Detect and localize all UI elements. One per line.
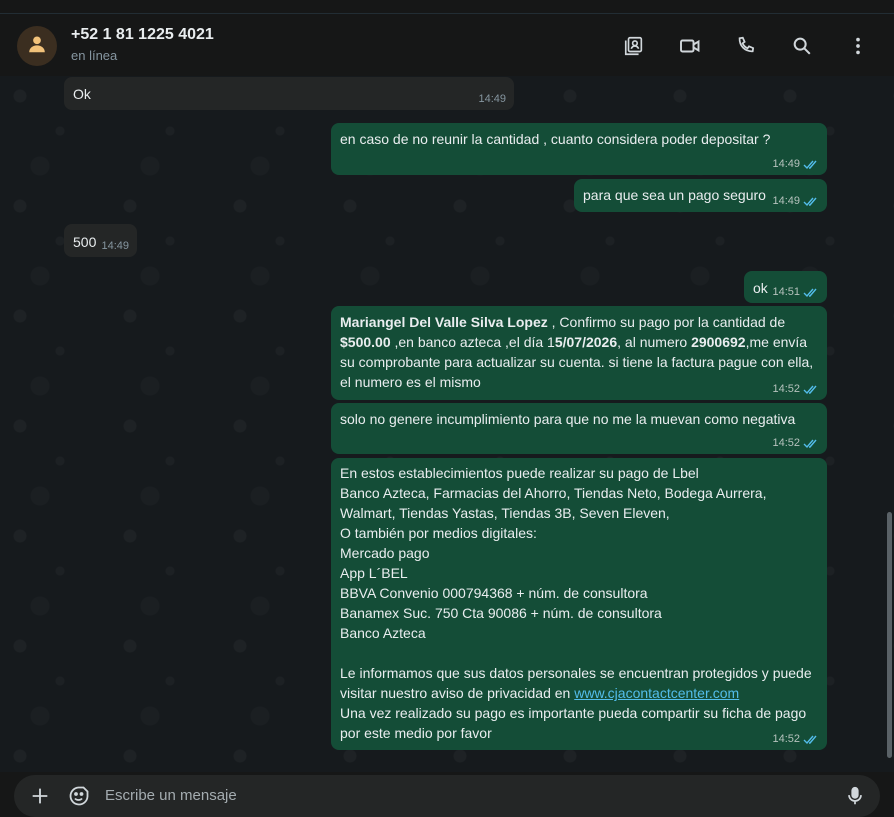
- message-meta: 14:49: [101, 240, 129, 253]
- message-time: 14:49: [478, 93, 506, 105]
- message-time: 14:49: [772, 158, 800, 170]
- message-time: 14:52: [772, 437, 800, 449]
- message-line: Banco Azteca, Farmacias del Ahorro, Tien…: [340, 485, 767, 521]
- more-options-icon[interactable]: [846, 34, 870, 58]
- sticker-icon[interactable]: [67, 784, 91, 808]
- message-line: Banco Azteca: [340, 625, 426, 641]
- message-text: 500: [73, 234, 97, 250]
- message-line: Mercado pago: [340, 545, 430, 561]
- message-text: solo no genere incumplimiento para que n…: [340, 411, 796, 427]
- account-number: 2900692: [691, 334, 746, 350]
- message-text: para que sea un pago seguro: [583, 187, 766, 203]
- message-line: App L´BEL: [340, 565, 408, 581]
- message-meta: 14:52: [772, 383, 819, 396]
- message-outgoing-payment-options[interactable]: En estos establecimientos puede realizar…: [331, 458, 827, 750]
- message-list[interactable]: Ok 14:49 en caso de no reunir la cantida…: [0, 76, 894, 772]
- message-incoming[interactable]: Ok 14:49: [64, 77, 514, 110]
- message-text: ok: [753, 280, 768, 296]
- person-icon: [26, 33, 48, 60]
- message-time: 14:52: [772, 383, 800, 395]
- message-time: 14:49: [772, 195, 800, 207]
- message-line: BBVA Convenio 000794368 + núm. de consul…: [340, 585, 648, 601]
- message-composer: Escribe un mensaje: [0, 772, 894, 817]
- contact-avatar[interactable]: [17, 26, 57, 66]
- message-outgoing-payment-confirmation[interactable]: Mariangel Del Valle Silva Lopez , Confir…: [331, 306, 827, 400]
- payment-date: 5/07/2026: [554, 334, 618, 350]
- message-outgoing[interactable]: solo no genere incumplimiento para que n…: [331, 403, 827, 454]
- read-ticks-icon: [803, 159, 819, 170]
- message-time: 14:52: [772, 733, 800, 745]
- attach-plus-icon[interactable]: [28, 784, 52, 808]
- payment-amount: $500.00: [340, 334, 391, 350]
- message-meta: 14:52: [772, 733, 819, 746]
- message-paragraph: Le informamos que sus datos personales s…: [340, 663, 818, 703]
- read-ticks-icon: [803, 287, 819, 298]
- message-text: Ok: [73, 86, 91, 102]
- message-meta: 14:49: [478, 93, 506, 106]
- message-input[interactable]: Escribe un mensaje: [105, 787, 237, 804]
- message-line: En estos establecimientos puede realizar…: [340, 465, 699, 481]
- message-line: O también por medios digitales:: [340, 525, 537, 541]
- chat-header[interactable]: +52 1 81 1225 4021 en línea: [0, 14, 894, 76]
- message-time: 14:51: [772, 286, 800, 298]
- message-time: 14:49: [101, 240, 129, 252]
- message-outgoing[interactable]: en caso de no reunir la cantidad , cuant…: [331, 123, 827, 175]
- message-meta: 14:49: [772, 158, 819, 171]
- message-paragraph: Una vez realizado su pago es importante …: [340, 705, 807, 741]
- chat-scrollbar[interactable]: [887, 512, 892, 758]
- privacy-link[interactable]: www.cjacontactcenter.com: [574, 685, 739, 701]
- message-meta: 14:52: [772, 437, 819, 450]
- contact-card-icon[interactable]: [622, 34, 646, 58]
- contact-status: en línea: [71, 48, 118, 63]
- contact-name[interactable]: +52 1 81 1225 4021: [71, 26, 214, 44]
- message-incoming[interactable]: 500 14:49: [64, 224, 137, 257]
- message-outgoing[interactable]: para que sea un pago seguro 14:49: [574, 179, 827, 212]
- read-ticks-icon: [803, 384, 819, 395]
- microphone-icon[interactable]: [843, 784, 867, 808]
- window-top-strip: [0, 0, 894, 14]
- composer-box[interactable]: Escribe un mensaje: [14, 775, 880, 817]
- video-call-icon[interactable]: [678, 34, 702, 58]
- message-line: Banamex Suc. 750 Cta 90086 + núm. de con…: [340, 605, 662, 621]
- read-ticks-icon: [803, 734, 819, 745]
- message-meta: 14:49: [772, 195, 819, 208]
- message-text: , Confirmo su pago por la cantidad de: [547, 314, 786, 330]
- read-ticks-icon: [803, 196, 819, 207]
- voice-call-icon[interactable]: [734, 34, 758, 58]
- message-outgoing[interactable]: ok 14:51: [744, 271, 827, 303]
- search-icon[interactable]: [790, 34, 814, 58]
- message-text: ,en banco azteca ,el día 1: [390, 334, 555, 350]
- customer-name: Mariangel Del Valle Silva Lopez: [340, 314, 548, 330]
- read-ticks-icon: [803, 438, 819, 449]
- message-text: , al numero: [617, 334, 692, 350]
- message-text: en caso de no reunir la cantidad , cuant…: [340, 131, 771, 147]
- message-meta: 14:51: [772, 286, 819, 299]
